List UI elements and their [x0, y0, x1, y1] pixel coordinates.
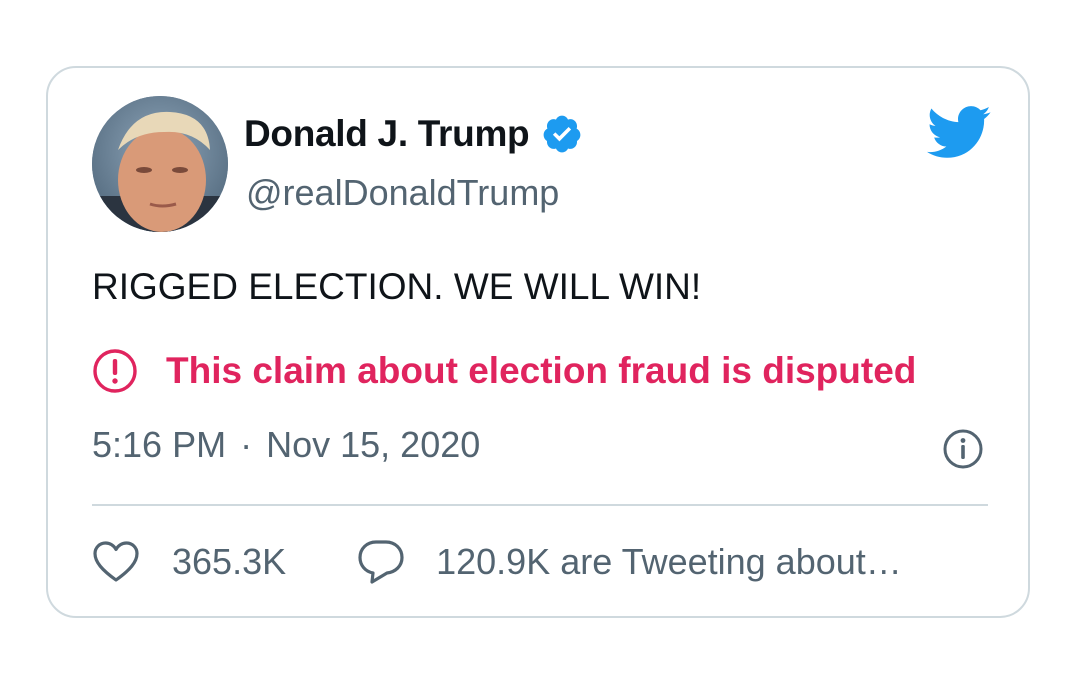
author-name-row: Donald J. Trump: [244, 112, 583, 156]
exclamation-circle-icon: [92, 348, 138, 394]
verified-badge-icon: [541, 113, 583, 155]
speech-bubble-icon[interactable]: [356, 538, 406, 586]
tweet-actions: 365.3K 120.9K are Tweeting about…: [92, 532, 902, 592]
tweet-time: 5:16 PM: [92, 424, 227, 465]
tweet-timestamp[interactable]: 5:16 PM · Nov 15, 2020: [92, 424, 480, 466]
tweeting-about-link[interactable]: 120.9K are Tweeting about…: [436, 541, 902, 583]
author-handle[interactable]: @realDonaldTrump: [246, 172, 559, 214]
heart-icon[interactable]: [92, 540, 140, 584]
tweet-card[interactable]: Donald J. Trump @realDonaldTrump RIGGED …: [46, 66, 1030, 618]
tweet-text: RIGGED ELECTION. WE WILL WIN!: [92, 266, 702, 307]
author-name[interactable]: Donald J. Trump: [244, 113, 530, 155]
timestamp-separator: ·: [240, 424, 253, 465]
tweet-date: Nov 15, 2020: [266, 424, 481, 465]
avatar[interactable]: [92, 96, 228, 232]
info-icon[interactable]: [942, 428, 984, 470]
like-count[interactable]: 365.3K: [172, 541, 286, 583]
twitter-bird-icon[interactable]: [924, 104, 992, 160]
disputed-claim-notice[interactable]: This claim about election fraud is dispu…: [92, 346, 916, 396]
disputed-claim-text: This claim about election fraud is dispu…: [166, 350, 917, 391]
divider: [92, 504, 988, 506]
